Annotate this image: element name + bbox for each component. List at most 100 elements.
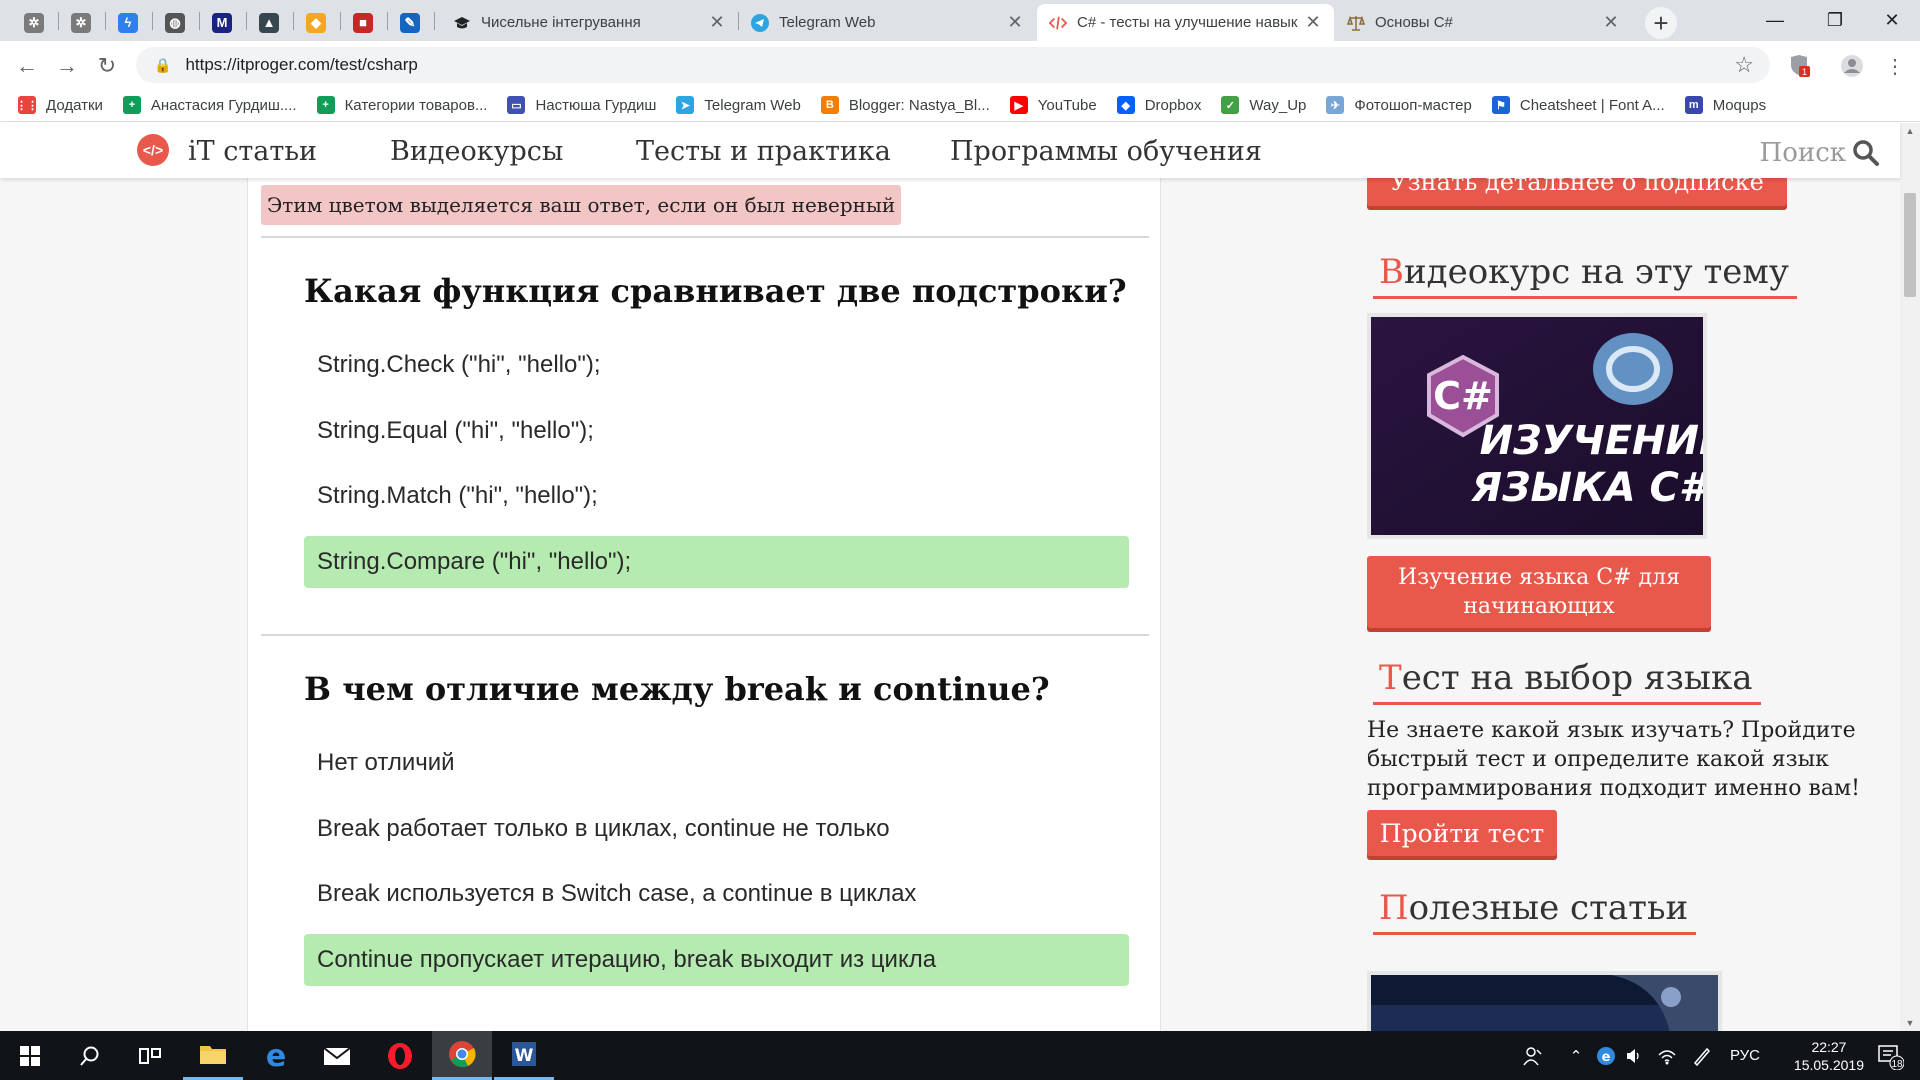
flag-icon: ⚑ bbox=[1491, 96, 1510, 114]
nav-tests-practice[interactable]: Тесты и практика bbox=[636, 136, 891, 167]
pinned-tab[interactable]: ◍ bbox=[153, 4, 197, 41]
tab-title: Telegram Web bbox=[779, 14, 876, 31]
pencil-icon: ✎ bbox=[400, 12, 420, 33]
bookmark-item[interactable]: ➤ Telegram Web bbox=[676, 96, 801, 114]
bookmark-label: Dropbox bbox=[1144, 96, 1202, 114]
close-window-button[interactable]: ✕ bbox=[1862, 0, 1920, 40]
tab-csharp-basics[interactable]: Основы C# ✕ bbox=[1335, 4, 1632, 41]
tab-title: Основы C# bbox=[1375, 14, 1453, 31]
minimize-button[interactable]: — bbox=[1745, 0, 1805, 40]
chevron-up-icon[interactable]: ⌃ bbox=[1562, 1031, 1590, 1080]
clock[interactable]: 22:27 15.05.2019 bbox=[1794, 1038, 1864, 1074]
bookmark-item[interactable]: ⋮⋮ Додатки bbox=[16, 96, 103, 114]
tab-close-icon[interactable]: ✕ bbox=[1006, 12, 1024, 33]
pinned-tab[interactable]: ◆ bbox=[294, 4, 338, 41]
volume-icon[interactable] bbox=[1620, 1031, 1648, 1080]
mail-button[interactable] bbox=[307, 1031, 367, 1080]
answer-option: Break используется в Switch case, а cont… bbox=[317, 880, 917, 907]
start-button[interactable] bbox=[0, 1031, 60, 1080]
extension-badge: 1 bbox=[1802, 67, 1807, 77]
profile-avatar[interactable] bbox=[1841, 55, 1863, 77]
pinned-tab[interactable]: ▲ bbox=[247, 4, 291, 41]
youtube-icon: ▶ bbox=[1009, 96, 1028, 114]
m-logo-icon: M bbox=[212, 12, 232, 33]
blogger-icon: B bbox=[820, 96, 839, 114]
shield-extension-icon[interactable]: 1 bbox=[1788, 55, 1810, 77]
pinned-tab[interactable]: ■ bbox=[341, 4, 385, 41]
globe-icon: ◍ bbox=[165, 12, 185, 33]
bookmark-item[interactable]: ✓ Way_Up bbox=[1221, 96, 1306, 114]
nav-it-articles[interactable]: iT статьи bbox=[188, 136, 317, 167]
opera-button[interactable] bbox=[370, 1031, 430, 1080]
bookmark-item[interactable]: ⚑ Cheatsheet | Font A... bbox=[1491, 96, 1665, 114]
nav-video-courses[interactable]: Видеокурсы bbox=[390, 136, 563, 167]
take-test-button[interactable]: Пройти тест bbox=[1367, 810, 1557, 856]
task-view-icon bbox=[139, 1047, 161, 1064]
site-logo[interactable]: </> bbox=[137, 134, 169, 166]
search-link[interactable]: Поиск bbox=[1760, 138, 1846, 168]
chrome-icon bbox=[449, 1041, 476, 1068]
pinned-tab[interactable]: ✎ bbox=[388, 4, 432, 41]
tab-telegram-web[interactable]: Telegram Web ✕ bbox=[739, 4, 1036, 41]
action-center-button[interactable]: 18 bbox=[1870, 1031, 1910, 1080]
bookmark-label: Анастасия Гурдиш.... bbox=[150, 96, 297, 114]
scroll-up-arrow-icon[interactable]: ▲ bbox=[1900, 123, 1920, 139]
bookmark-item[interactable]: + Категории товаров... bbox=[316, 96, 487, 114]
tab-close-icon[interactable]: ✕ bbox=[1304, 12, 1322, 33]
forward-button[interactable]: → bbox=[52, 51, 82, 81]
reload-button[interactable]: ↻ bbox=[92, 51, 122, 81]
bird-icon: ✈ bbox=[1326, 96, 1345, 114]
bookmark-item[interactable]: B Blogger: Nastya_Bl... bbox=[820, 96, 990, 114]
menu-kebab-icon[interactable]: ⋮ bbox=[1884, 55, 1906, 78]
question-title: В чем отличие между break и continue? bbox=[304, 670, 1050, 708]
pinned-tab[interactable]: ϟ bbox=[106, 4, 150, 41]
tab-numerical-integration[interactable]: Чисельне інтегрування ✕ bbox=[441, 4, 738, 41]
plus-sheet-icon: + bbox=[316, 96, 335, 114]
mail-icon bbox=[323, 1046, 351, 1065]
edge-button[interactable]: e bbox=[246, 1031, 306, 1080]
heading-rest: идеокурс на эту тему bbox=[1404, 252, 1789, 292]
bookmark-item[interactable]: m Moqups bbox=[1684, 96, 1766, 114]
pinned-tab[interactable]: ✲ bbox=[12, 4, 56, 41]
chrome-button[interactable] bbox=[432, 1031, 492, 1080]
pinned-tab[interactable]: M bbox=[200, 4, 244, 41]
tab-close-icon[interactable]: ✕ bbox=[1602, 12, 1620, 33]
page-scrollbar[interactable]: ▲ ▼ bbox=[1900, 123, 1920, 1031]
people-icon[interactable] bbox=[1518, 1031, 1548, 1080]
nav-learning-programs[interactable]: Программы обучения bbox=[950, 136, 1262, 167]
bookmark-item[interactable]: ✈ Фотошоп-мастер bbox=[1326, 96, 1472, 114]
address-bar[interactable]: 🔒 https://itproger.com/test/csharp ☆ bbox=[136, 47, 1770, 83]
scroll-thumb[interactable] bbox=[1904, 193, 1916, 297]
maximize-button[interactable]: ❐ bbox=[1805, 0, 1865, 40]
word-button[interactable]: W bbox=[494, 1031, 554, 1080]
tab-csharp-tests-active[interactable]: C# - тесты на улучшение навык ✕ bbox=[1037, 4, 1334, 41]
input-language[interactable]: РУС bbox=[1724, 1031, 1766, 1080]
search-icon[interactable] bbox=[1852, 139, 1880, 167]
task-view-button[interactable] bbox=[120, 1031, 180, 1080]
search-taskbar-button[interactable] bbox=[60, 1031, 120, 1080]
answer-option: String.Match ("hi", "hello"); bbox=[317, 482, 598, 509]
telegram-icon bbox=[751, 13, 769, 32]
tab-close-icon[interactable]: ✕ bbox=[708, 12, 726, 33]
course-thumbnail[interactable]: C# ИЗУЧЕНИЕ ЯЗЫКА C# bbox=[1367, 313, 1707, 539]
subscription-details-button[interactable]: Узнать детальнее о подписке bbox=[1367, 178, 1787, 206]
new-tab-button[interactable]: + bbox=[1645, 7, 1677, 39]
bookmark-label: Way_Up bbox=[1249, 96, 1307, 114]
bookmark-star-icon[interactable]: ☆ bbox=[1734, 52, 1754, 78]
bookmark-item[interactable]: ▭ Настюша Гурдиш bbox=[507, 96, 656, 114]
browser-toolbar: ← → ↻ 🔒 https://itproger.com/test/csharp… bbox=[0, 41, 1920, 89]
back-button[interactable]: ← bbox=[12, 51, 42, 81]
pen-icon[interactable] bbox=[1687, 1031, 1717, 1080]
file-explorer-button[interactable] bbox=[183, 1031, 243, 1080]
bookmark-item[interactable]: ◆ Dropbox bbox=[1116, 96, 1202, 114]
csharp-course-button[interactable]: Изучение языка C# для начинающих bbox=[1367, 556, 1711, 628]
course-image-line2: ЯЗЫКА C# bbox=[1470, 465, 1703, 511]
edge-tray-icon[interactable]: e bbox=[1592, 1031, 1620, 1080]
wifi-icon[interactable] bbox=[1653, 1031, 1681, 1080]
windows-logo-icon bbox=[20, 1045, 40, 1066]
bookmark-item[interactable]: ▶ YouTube bbox=[1009, 96, 1097, 114]
scroll-down-arrow-icon[interactable]: ▼ bbox=[1900, 1015, 1920, 1031]
article-thumbnail[interactable] bbox=[1367, 971, 1722, 1031]
bookmark-item[interactable]: + Анастасия Гурдиш.... bbox=[122, 96, 297, 114]
pinned-tab[interactable]: ✲ bbox=[59, 4, 103, 41]
